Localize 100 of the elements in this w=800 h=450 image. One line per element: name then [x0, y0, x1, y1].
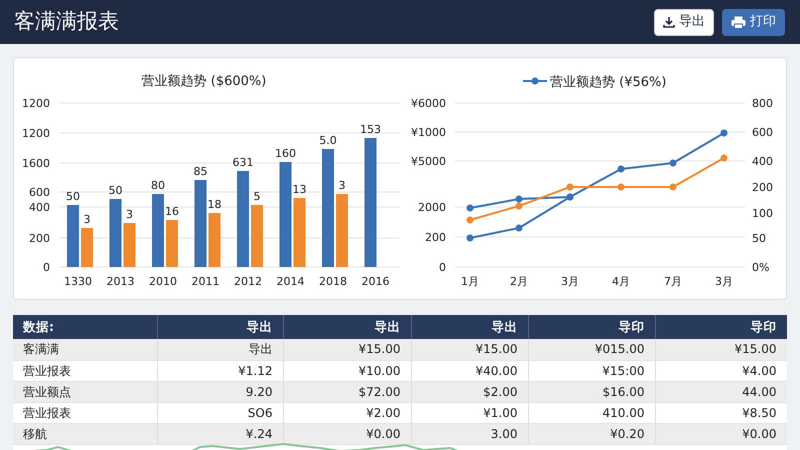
axis-label: 100	[752, 207, 773, 220]
table-cell: 客满满	[13, 339, 157, 360]
axis-label: 1600	[22, 157, 50, 170]
data-label: 153	[360, 123, 381, 136]
axis-label: 800	[752, 97, 773, 110]
column-header: 导出	[157, 315, 283, 339]
table-cell: $2.00	[411, 381, 528, 402]
data-label: 50	[66, 190, 80, 203]
axis-label: 400	[752, 155, 773, 168]
data-label: 5	[254, 190, 260, 203]
table-cell: 导出	[157, 339, 283, 360]
table-cell: $72.00	[283, 381, 411, 402]
table-cell: 44.00	[655, 381, 787, 402]
table-cell: ¥15.00	[283, 339, 411, 360]
bar	[208, 213, 220, 267]
axis-label: 1月	[461, 275, 479, 288]
table-cell: SO6	[157, 402, 283, 423]
axis-label: ¥1000	[411, 126, 446, 139]
axis-label: ¥6000	[411, 97, 446, 110]
axis-label: 0	[43, 261, 50, 274]
legend-label: 营业额趋势 (¥56%)	[550, 75, 666, 90]
table-cell: ¥10.00	[283, 360, 411, 381]
axis-label: 600	[752, 126, 773, 139]
table-cell: $16.00	[528, 381, 655, 402]
axis-label: 200	[752, 181, 773, 194]
table-cell: 3.00	[411, 423, 528, 444]
table-cell: ¥015.00	[528, 339, 655, 360]
table-cell: 410.00	[528, 402, 655, 423]
table-cell: 9.20	[157, 381, 283, 402]
export-button[interactable]: 导出	[654, 8, 714, 36]
data-label: 631	[232, 156, 254, 169]
table-cell: ¥15:00	[528, 360, 655, 381]
axis-label: 1200	[22, 97, 50, 110]
table-cell: ¥40.00	[411, 360, 528, 381]
axis-label: 3月	[561, 275, 579, 288]
data-label: 18	[208, 198, 222, 211]
axis-label: 3月	[715, 275, 733, 288]
axis-label: 1200	[22, 127, 50, 140]
legend-marker-icon	[523, 78, 547, 84]
axis-label: 2月	[510, 275, 528, 288]
data-label: 3	[338, 179, 346, 192]
printer-icon	[731, 16, 746, 28]
data-label: 5.0	[319, 134, 337, 147]
axis-label: 600	[29, 186, 50, 199]
axis-label: 2011	[192, 275, 220, 288]
data-label: 3	[84, 213, 90, 226]
table-cell: ¥1.12	[157, 360, 283, 381]
report-title: 客满满报表	[14, 8, 119, 36]
table-cell: 营业报表	[13, 360, 157, 381]
axis-label: 200	[425, 231, 446, 244]
bar	[294, 198, 306, 267]
table-cell: 营业额点	[13, 381, 157, 402]
column-header: 数据:	[13, 315, 157, 339]
table-cell: ¥2.00	[283, 402, 411, 423]
download-icon	[663, 16, 675, 28]
bar	[124, 223, 136, 267]
axis-label: 2016	[362, 275, 390, 288]
axis-label: 2013	[106, 275, 134, 288]
bar	[251, 205, 263, 267]
axis-label: 0%	[752, 261, 770, 274]
data-label: 50	[108, 184, 122, 197]
axis-label: 2014	[276, 275, 304, 288]
axis-label: 1330	[64, 275, 92, 288]
bar	[81, 228, 93, 267]
data-label: 85	[194, 165, 208, 178]
table-cell: ¥0.00	[655, 423, 787, 444]
bar	[166, 220, 178, 267]
column-header: 导印	[655, 315, 787, 339]
table-cell: ¥4.00	[655, 360, 787, 381]
axis-label: 2018	[319, 275, 347, 288]
table-cell: ¥8.50	[655, 402, 787, 423]
data-label: 3	[126, 208, 133, 221]
axis-label: 200	[29, 232, 50, 245]
table-cell: 移航	[13, 423, 157, 444]
table-cell: 营业报表	[13, 402, 157, 423]
column-header: 导印	[528, 315, 655, 339]
axis-label: 400	[29, 201, 50, 214]
data-label: 13	[292, 183, 306, 196]
data-label: 80	[151, 179, 165, 192]
bar	[110, 199, 122, 267]
data-label: 16	[165, 205, 179, 218]
axis-label: 50	[752, 232, 766, 245]
bar	[67, 205, 79, 267]
axis-label: ¥5000	[411, 155, 446, 168]
axis-label: 2000	[418, 201, 446, 214]
table-cell: ¥1.00	[411, 402, 528, 423]
table-cell: ¥0.00	[283, 423, 411, 444]
table-cell: ¥.24	[157, 423, 283, 444]
axis-label: 4月	[612, 275, 630, 288]
data-label: 160	[275, 147, 296, 160]
print-button[interactable]: 打印	[722, 8, 785, 36]
table-cell: ¥0.20	[528, 423, 655, 444]
axis-label: 0	[439, 261, 446, 274]
chart-title: 营业额趋势 ($600%)	[142, 74, 266, 89]
column-header: 导出	[411, 315, 528, 339]
table-cell: ¥15.00	[411, 339, 528, 360]
table-cell: ¥15.00	[655, 339, 787, 360]
column-header: 导出	[283, 315, 411, 339]
axis-label: 2010	[149, 275, 177, 288]
axis-label: 2012	[234, 275, 262, 288]
